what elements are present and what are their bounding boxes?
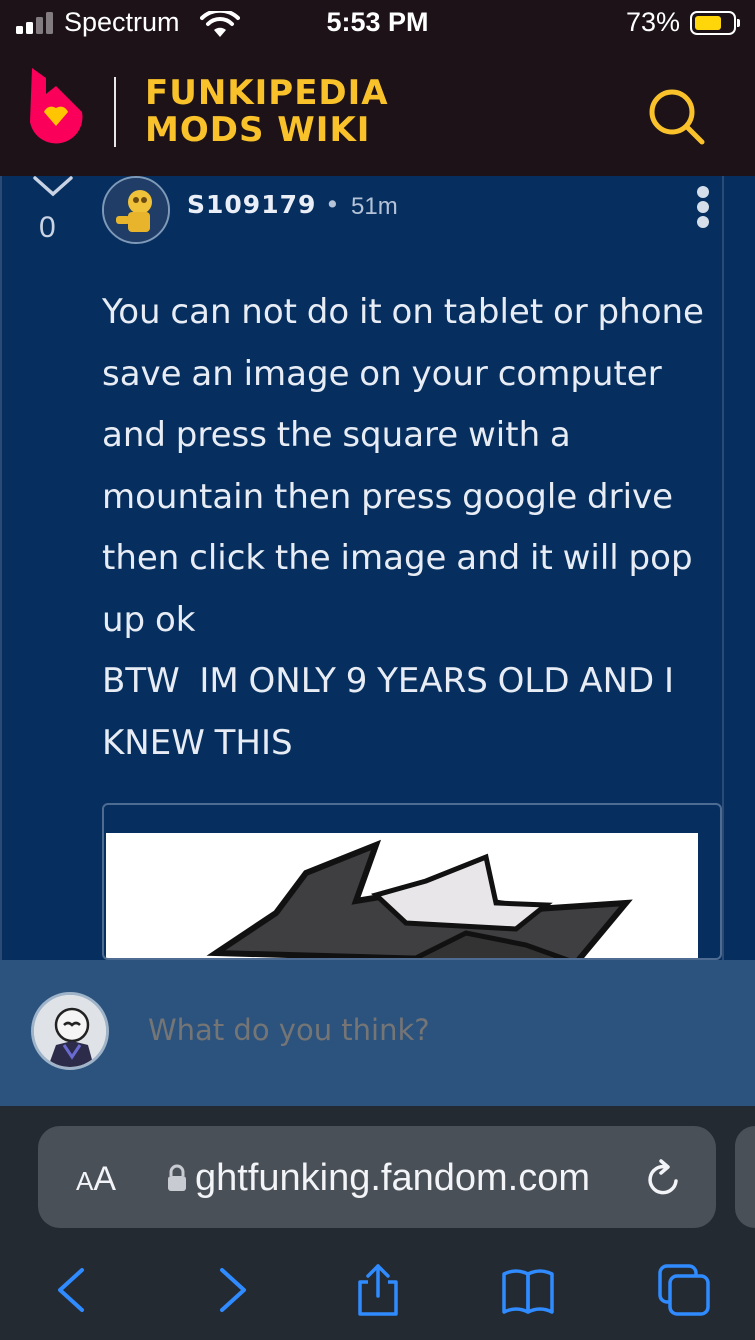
comment-author[interactable]: S109179: [187, 190, 316, 219]
status-bar: Spectrum 5:53 PM 73%: [0, 0, 755, 48]
more-options-icon[interactable]: [688, 182, 718, 232]
url-text[interactable]: ghtfunking.fandom.com: [195, 1157, 590, 1200]
aa-small-a: A: [76, 1166, 94, 1196]
commenter-avatar[interactable]: [102, 176, 170, 244]
forward-icon[interactable]: [198, 1262, 254, 1318]
comment-timestamp: 51m: [351, 193, 398, 220]
bookmarks-icon[interactable]: [500, 1262, 556, 1318]
fandom-flame-icon[interactable]: [26, 64, 86, 144]
wiki-title[interactable]: FUNKIPEDIA MODS WIKI: [145, 75, 389, 149]
aa-large-a: A: [93, 1160, 117, 1198]
vote-count: 0: [39, 211, 56, 244]
attached-image[interactable]: [102, 803, 722, 960]
share-icon[interactable]: [350, 1262, 406, 1318]
back-icon[interactable]: [50, 1262, 106, 1318]
header-divider: [114, 77, 116, 147]
attached-image-preview: [106, 833, 698, 958]
wiki-title-line-2: MODS WIKI: [145, 110, 371, 150]
wiki-title-line-1: FUNKIPEDIA: [145, 73, 389, 113]
reply-input[interactable]: [146, 1012, 690, 1048]
search-icon[interactable]: [646, 86, 706, 146]
next-tab-peek[interactable]: [735, 1126, 755, 1228]
lock-icon: [168, 1164, 186, 1191]
reader-options-button[interactable]: AA: [76, 1160, 116, 1199]
meta-separator: •: [325, 190, 340, 219]
battery-icon: [690, 11, 740, 35]
user-avatar[interactable]: [31, 992, 109, 1070]
upvote-chevron-icon[interactable]: [33, 176, 73, 198]
reload-icon[interactable]: [644, 1157, 684, 1199]
comment-body: You can not do it on tablet or phone sav…: [102, 292, 704, 763]
tabs-icon[interactable]: [656, 1262, 712, 1318]
battery-percent: 73%: [625, 7, 680, 37]
thread-left-border: [0, 176, 2, 960]
